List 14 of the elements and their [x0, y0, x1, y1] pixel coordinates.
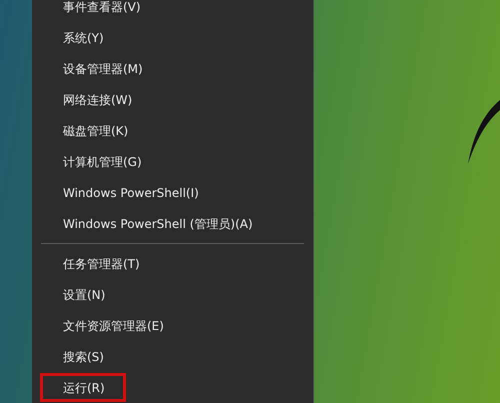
menu-item[interactable]: 网络连接(W) [63, 90, 132, 108]
menu-item[interactable]: 设备管理器(M) [63, 60, 143, 78]
menu-item[interactable]: 运行(R) [63, 378, 105, 396]
menu-item[interactable]: Windows PowerShell(I) [63, 184, 199, 202]
menu-item[interactable]: 系统(Y) [63, 28, 104, 46]
menu-item[interactable]: 搜索(S) [63, 348, 104, 366]
menu-item[interactable]: 任务管理器(T) [63, 254, 140, 272]
menu-item[interactable]: 文件资源管理器(E) [63, 316, 164, 334]
menu-item[interactable]: 磁盘管理(K) [63, 122, 128, 140]
curve-drawing [466, 100, 500, 166]
menu-item[interactable]: Windows PowerShell (管理员)(A) [63, 214, 253, 232]
menu-item[interactable]: 事件查看器(V) [63, 0, 141, 16]
menu-item[interactable]: 设置(N) [63, 286, 106, 304]
menu-item[interactable]: 计算机管理(G) [63, 152, 142, 170]
